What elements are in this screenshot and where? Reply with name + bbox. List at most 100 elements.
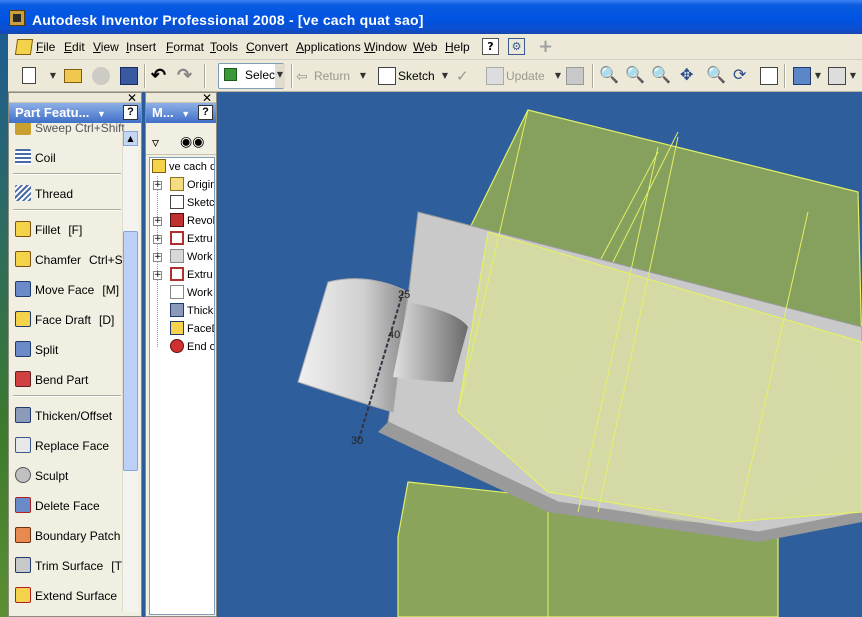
select-dropdown-icon[interactable]: ▼ xyxy=(275,64,285,88)
extrude-icon xyxy=(170,267,184,281)
update-button[interactable]: Update xyxy=(506,66,545,86)
scroll-up-icon[interactable]: ▲ xyxy=(123,131,138,146)
feature-item-thicken-offset[interactable]: Thicken/Offset xyxy=(15,405,112,427)
inventor-app-icon[interactable] xyxy=(9,10,25,26)
menu-window[interactable]: Window xyxy=(364,40,407,54)
feature-item-boundary-patch[interactable]: Boundary Patch xyxy=(15,525,120,547)
dimension-label-30[interactable]: 30 xyxy=(351,435,363,447)
sketch-dropdown-icon[interactable]: ▼ xyxy=(440,68,450,84)
dimension-label-25[interactable]: 25 xyxy=(398,289,410,301)
feature-item-delete-face[interactable]: Delete Face xyxy=(15,495,100,517)
tree-node-extrusion-1[interactable]: Extru xyxy=(170,230,213,248)
rotate-icon[interactable]: ⟳ xyxy=(733,66,746,86)
panel-help-icon[interactable]: ? xyxy=(198,105,213,120)
measure-icon[interactable] xyxy=(566,67,584,85)
menu-tools[interactable]: Tools xyxy=(210,40,238,54)
tree-node-origin[interactable]: Origin xyxy=(170,176,214,194)
feature-separator xyxy=(13,395,121,397)
filter-icon[interactable]: ▿ xyxy=(152,135,159,151)
feature-item-thread[interactable]: Thread xyxy=(15,183,73,205)
return-button[interactable]: Return xyxy=(314,66,350,86)
dimension-label-40[interactable]: 40 xyxy=(388,329,400,341)
panel-header[interactable]: Part Featu... ▼ ? xyxy=(9,103,141,123)
help-topics-icon[interactable]: ⚙ xyxy=(508,38,525,55)
display-mode-icon[interactable] xyxy=(793,67,811,85)
part-features-panel: ✕ Part Featu... ▼ ? Sweep Ctrl+Shift Coi… xyxy=(8,91,142,617)
new-file-icon[interactable] xyxy=(22,67,36,84)
expand-icon[interactable]: + xyxy=(153,235,162,244)
panel-title: M... xyxy=(152,105,174,120)
camera-view-dropdown-icon[interactable]: ▼ xyxy=(848,68,858,84)
feature-item-move-face[interactable]: Move Face [M] xyxy=(15,279,119,301)
open-folder-icon[interactable] xyxy=(64,69,82,83)
feature-item-extend-surface[interactable]: Extend Surface xyxy=(15,585,117,607)
zoom-all-icon[interactable]: 🔍 xyxy=(599,66,619,86)
document-icon[interactable] xyxy=(14,39,34,55)
display-mode-dropdown-icon[interactable]: ▼ xyxy=(813,68,823,84)
expand-icon[interactable]: + xyxy=(153,271,162,280)
tree-node-work-plane-1[interactable]: Work xyxy=(170,248,212,266)
tree-node-sketch[interactable]: Sketch xyxy=(170,194,214,212)
undo-icon[interactable]: ↶ xyxy=(151,66,166,86)
tree-node-work-plane-2[interactable]: Work xyxy=(170,284,212,302)
scrollbar-thumb[interactable] xyxy=(123,231,138,471)
tree-node-extrusion-2[interactable]: Extru xyxy=(170,266,213,284)
menu-view[interactable]: View xyxy=(93,40,119,54)
feature-item-coil[interactable]: Coil xyxy=(15,147,56,169)
tree-node-face-draft[interactable]: FaceD xyxy=(170,320,214,338)
new-dropdown-icon[interactable]: ▼ xyxy=(48,68,58,84)
feature-item-bend-part[interactable]: Bend Part xyxy=(15,369,88,391)
feature-item-sculpt[interactable]: Sculpt xyxy=(15,465,68,487)
zoom-selected-icon[interactable]: 🔍 xyxy=(706,66,726,86)
save-icon[interactable] xyxy=(120,67,138,85)
tree-node-end-of-part[interactable]: End o xyxy=(170,338,214,356)
expand-icon[interactable]: + xyxy=(153,181,162,190)
menu-insert[interactable]: Insert xyxy=(126,40,156,54)
feature-item-fillet[interactable]: Fillet [F] xyxy=(15,219,82,241)
pan-icon[interactable]: ✥ xyxy=(680,66,693,86)
feature-item-replace-face[interactable]: Replace Face xyxy=(15,435,109,457)
expand-icon[interactable]: + xyxy=(153,217,162,226)
zoom-window-icon[interactable]: 🔍 xyxy=(625,66,645,86)
panel-grip[interactable]: ✕ xyxy=(9,91,141,105)
tree-node-revolve[interactable]: Revol xyxy=(170,212,214,230)
standard-toolbar: ▼ ↶ ↷ Select ▼ ⇦ Return ▼ Sketch ▼ ✓ Upd… xyxy=(8,60,862,92)
panel-help-icon[interactable]: ? xyxy=(123,105,138,120)
sketch-button[interactable]: Sketch xyxy=(398,66,435,86)
feature-item-split[interactable]: Split xyxy=(15,339,58,361)
tree-node-thicken[interactable]: Thick xyxy=(170,302,213,320)
feature-item-trim-surface[interactable]: Trim Surface [T] xyxy=(15,555,125,577)
redo-icon[interactable]: ↷ xyxy=(177,66,192,86)
menu-edit[interactable]: Edit xyxy=(64,40,85,54)
feature-separator xyxy=(13,173,121,175)
projects-icon[interactable] xyxy=(92,67,110,85)
feature-list-scrollbar[interactable]: ▲ xyxy=(122,131,138,612)
toolbar-separator xyxy=(204,64,206,88)
panel-grip[interactable]: ✕ xyxy=(146,91,216,105)
panel-dropdown-icon[interactable]: ▼ xyxy=(181,109,190,119)
thread-icon xyxy=(15,185,31,201)
feature-item-face-draft[interactable]: Face Draft [D] xyxy=(15,309,114,331)
panel-dropdown-icon[interactable]: ▼ xyxy=(97,109,106,119)
boundary-patch-icon xyxy=(15,527,31,543)
menu-file[interactable]: File xyxy=(36,40,55,54)
menu-convert[interactable]: Convert xyxy=(246,40,288,54)
feature-item-chamfer[interactable]: Chamfer Ctrl+Sh xyxy=(15,249,129,271)
zoom-icon[interactable]: 🔍 xyxy=(651,66,671,86)
expand-icon[interactable]: + xyxy=(153,253,162,262)
camera-view-icon[interactable] xyxy=(828,67,846,85)
whats-this-help-icon[interactable]: ? xyxy=(482,38,499,55)
menu-web[interactable]: Web xyxy=(413,40,437,54)
look-at-icon[interactable] xyxy=(760,67,778,85)
tree-root[interactable]: ve cach q xyxy=(152,158,214,176)
find-binoculars-icon[interactable]: ◉◉ xyxy=(180,134,204,150)
menu-help[interactable]: Help xyxy=(445,40,470,54)
fillet-icon xyxy=(15,221,31,237)
graphics-viewport[interactable]: 25 40 30 xyxy=(218,92,862,617)
menu-applications[interactable]: Applications xyxy=(296,40,361,54)
feature-item-sweep[interactable]: Sweep Ctrl+Shift xyxy=(15,123,125,139)
menu-format[interactable]: Format xyxy=(166,40,204,54)
extrude-icon xyxy=(170,231,184,245)
panel-header[interactable]: M... ▼ ? xyxy=(146,103,216,123)
return-dropdown-icon: ▼ xyxy=(359,71,367,80)
